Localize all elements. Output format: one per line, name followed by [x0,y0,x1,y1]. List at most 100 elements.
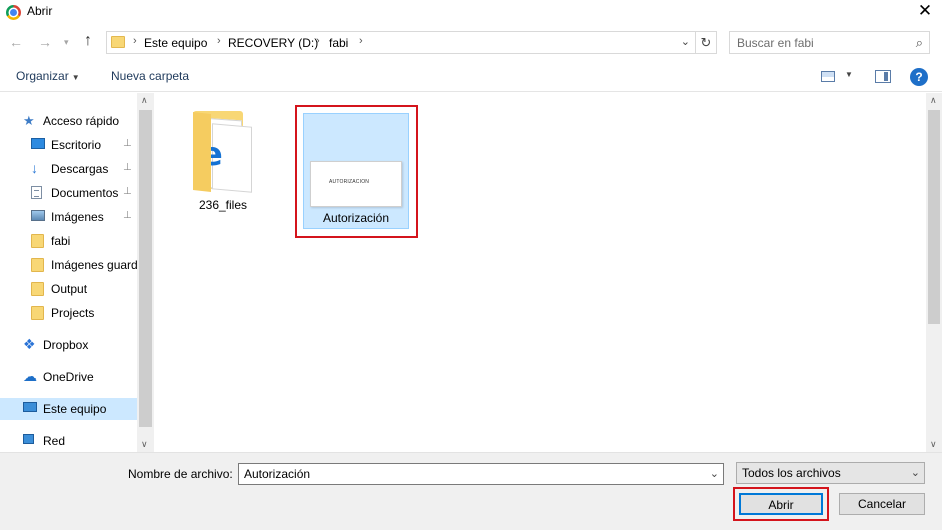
chevron-down-icon[interactable]: ⌄ [710,467,719,480]
up-folder-icon[interactable]: ↑ [84,32,92,50]
sidebar-item-label: Acceso rápido [43,114,120,128]
close-button[interactable]: ✕ [908,0,942,24]
sidebar-item-label: Este equipo [43,402,107,416]
recent-locations-dropdown-icon[interactable]: ▾ [64,37,69,48]
sidebar-item-red[interactable]: Red [0,430,137,452]
folder-icon [31,258,44,272]
back-arrow-icon[interactable]: ← [9,34,23,50]
folder-icon [31,306,44,320]
new-folder-button[interactable]: Nueva carpeta [111,69,189,83]
search-icon[interactable]: ⌕ [916,35,923,51]
chrome-icon [6,5,21,20]
sidebar-item-fabi[interactable]: fabi [0,230,137,252]
filename-input[interactable] [239,464,699,484]
dialog-footer: Nombre de archivo: ⌄ Todos los archivos … [0,452,942,530]
chevron-down-icon: ▼ [71,73,80,82]
scroll-up-icon[interactable]: ∧ [141,95,148,106]
navigation-pane: ★ Acceso rápido Escritorio ⊥ ↓ Descargas… [0,93,154,452]
folder-icon [31,234,44,248]
title-bar: Abrir ✕ [0,0,942,26]
sidebar-item-label: Projects [51,306,95,320]
pin-icon[interactable]: ⊥ [123,186,132,197]
sidebar-item-documentos[interactable]: Documentos ⊥ [0,182,137,204]
scrollbar-thumb[interactable] [139,110,152,427]
filename-combobox[interactable]: ⌄ [238,463,724,485]
breadcrumb-separator[interactable]: › [133,35,137,47]
search-box[interactable]: ⌕ [729,31,930,54]
file-type-value: Todos los archivos [742,466,841,480]
organize-label: Organizar [16,69,69,83]
sidebar-item-label: Dropbox [43,338,89,352]
scrollbar-thumb[interactable] [928,110,940,324]
sidebar-item-projects[interactable]: Projects [0,302,137,324]
breadcrumb-este-equipo[interactable]: Este equipo [144,36,207,50]
scroll-down-icon[interactable]: ∨ [930,439,937,450]
chevron-down-icon[interactable]: ⌄ [681,35,690,48]
onedrive-icon: ☁ [23,368,37,384]
help-icon[interactable]: ? [910,68,928,86]
pin-icon[interactable]: ⊥ [123,138,132,149]
desktop-icon [31,138,45,149]
folder-front [193,112,211,192]
breadcrumb-fabi[interactable]: fabi [329,36,348,50]
download-icon: ↓ [31,160,38,176]
document-thumbnail: AUTORIZACION [310,161,402,207]
sidebar-item-label: Imágenes guard [51,258,138,272]
sidebar-item-acceso-rapido[interactable]: ★ Acceso rápido [0,110,137,132]
preview-pane-icon[interactable] [875,70,891,83]
view-options-dropdown-icon[interactable]: ▼ [845,70,853,79]
refresh-button[interactable]: ↻ [696,31,717,54]
star-icon: ★ [23,113,35,128]
sidebar-item-output[interactable]: Output [0,278,137,300]
search-input[interactable] [730,32,905,53]
change-view-icon[interactable] [821,71,835,82]
file-list[interactable]: e 236_files AUTORIZACION Autorización [155,93,926,452]
scroll-up-icon[interactable]: ∧ [930,95,937,106]
computer-icon [23,402,37,412]
document-icon [31,186,42,199]
open-button[interactable]: Abrir [739,493,823,515]
file-item-autorizacion[interactable]: AUTORIZACION Autorización [303,113,409,229]
command-toolbar: Organizar ▼ Nueva carpeta ▼ ? [0,62,942,92]
forward-arrow-icon[interactable]: → [38,34,52,50]
pin-icon[interactable]: ⊥ [123,210,132,221]
folder-icon [31,282,44,296]
breadcrumb-separator[interactable]: › [359,35,363,47]
cancel-button[interactable]: Cancelar [839,493,925,515]
pin-icon[interactable]: ⊥ [123,162,132,173]
file-type-select[interactable]: Todos los archivos ⌄ [736,462,925,484]
thumbnail-text: AUTORIZACION [329,179,370,185]
window-title: Abrir [27,4,53,18]
sidebar-item-label: Escritorio [51,138,102,152]
sidebar-item-label: OneDrive [43,370,94,384]
chevron-down-icon[interactable]: ⌄ [911,466,920,479]
file-name: 236_files [198,198,248,212]
sidebar-item-imagenes[interactable]: Imágenes ⊥ [0,206,137,228]
address-bar[interactable]: › Este equipo › RECOVERY (D:) › fabi › ⌄ [106,31,696,54]
breadcrumb-separator[interactable]: › [217,35,221,47]
sidebar-item-label: Output [51,282,88,296]
sidebar-item-descargas[interactable]: ↓ Descargas ⊥ [0,158,137,180]
navigation-bar: ← → ▾ ↑ › Este equipo › RECOVERY (D:) › … [0,26,942,62]
filename-label: Nombre de archivo: [128,467,233,481]
sidebar-item-label: Imágenes [51,210,104,224]
sidebar-item-escritorio[interactable]: Escritorio ⊥ [0,134,137,156]
scroll-down-icon[interactable]: ∨ [141,439,148,450]
breadcrumb-separator[interactable]: › [316,35,320,47]
sidebar-item-este-equipo[interactable]: Este equipo [0,398,137,420]
organize-button[interactable]: Organizar ▼ [16,69,80,83]
sidebar-item-dropbox[interactable]: ❖ Dropbox [0,334,137,356]
sidebar-item-label: Red [43,434,66,448]
sidebar-item-label: Documentos [51,186,119,200]
folder-icon [111,36,125,48]
sidebar-item-label: Descargas [51,162,109,176]
network-icon [23,434,34,444]
sidebar-item-label: fabi [51,234,71,248]
file-list-scrollbar[interactable]: ∧ ∨ [926,93,942,452]
sidebar-item-imagenes-guardadas[interactable]: Imágenes guard [0,254,138,276]
folder-item-236-files[interactable]: e 236_files [188,105,258,215]
sidebar-item-onedrive[interactable]: ☁ OneDrive [0,366,137,388]
breadcrumb-recovery[interactable]: RECOVERY (D:) [228,36,318,50]
sidebar-scrollbar[interactable]: ∧ ∨ [137,93,154,452]
images-icon [31,210,45,221]
